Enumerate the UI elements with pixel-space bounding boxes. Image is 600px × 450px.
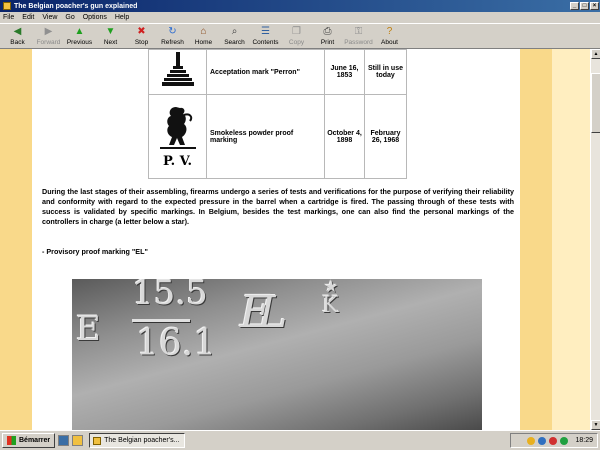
- table-row: Acceptation mark "Perron" June 16, 1853 …: [148, 49, 407, 95]
- toolbar-print-button[interactable]: ⎙ Print: [312, 24, 343, 49]
- page-viewport: Acceptation mark "Perron" June 16, 1853 …: [0, 49, 590, 430]
- mark-end-date: Still in use today: [364, 49, 407, 95]
- toolbar-forward-button[interactable]: ▶ Forward: [33, 24, 64, 49]
- close-button[interactable]: ×: [590, 2, 599, 10]
- start-button[interactable]: Bémarrer: [2, 433, 56, 448]
- quick-launch-desktop-icon[interactable]: [58, 435, 70, 446]
- windows-flag-icon: [7, 436, 16, 445]
- mark-start-date: October 4, 1898: [324, 94, 365, 179]
- photo-fraction-line: [132, 319, 190, 322]
- toolbar-button-label: Search: [224, 39, 245, 46]
- menu-view[interactable]: View: [42, 14, 57, 21]
- back-arrow-icon: ◀: [13, 26, 22, 37]
- menu-help[interactable]: Help: [115, 14, 129, 21]
- toolbar-contents-button[interactable]: ☰ Contents: [250, 24, 281, 49]
- toolbar-about-button[interactable]: ? About: [374, 24, 405, 49]
- home-icon: ⌂: [200, 26, 207, 37]
- right-margin: [552, 49, 590, 430]
- lion-mark-image: P. V.: [148, 94, 207, 179]
- menu-bar: File Edit View Go Options Help: [0, 12, 600, 23]
- toolbar-button-label: Back: [10, 39, 25, 46]
- toolbar-back-button[interactable]: ◀ Back: [2, 24, 33, 49]
- taskbar: Bémarrer The Belgian poacher's... 18:29: [0, 430, 600, 450]
- app-icon: [3, 2, 11, 10]
- photo-el-monogram: EL: [240, 287, 287, 338]
- taskbar-window-button[interactable]: The Belgian poacher's...: [89, 433, 186, 448]
- stop-icon: ✖: [137, 26, 146, 37]
- perron-icon: [161, 52, 194, 86]
- next-down-arrow-icon: ▼: [105, 26, 116, 37]
- maximize-button[interactable]: □: [580, 2, 589, 10]
- scroll-thumb[interactable]: [591, 73, 600, 133]
- about-icon: ?: [386, 26, 393, 37]
- toolbar-button-label: Next: [103, 39, 118, 46]
- left-decorative-band: [0, 49, 32, 430]
- toolbar-button-label: Password: [344, 39, 373, 46]
- menu-options[interactable]: Options: [83, 14, 107, 21]
- refresh-icon: ↻: [168, 26, 177, 37]
- toolbar-search-button[interactable]: ⌕ Search: [219, 24, 250, 49]
- minimize-button[interactable]: _: [570, 2, 579, 10]
- toolbar-button-label: Previous: [66, 39, 93, 46]
- mark-name: Acceptation mark "Perron": [206, 49, 325, 95]
- toolbar-button-label: Home: [194, 39, 213, 46]
- toolbar: ◀ Back ▶ Forward ▲ Previous ▼ Next ✖ Stop ↻ Refresh…: [0, 23, 600, 49]
- toolbar-home-button[interactable]: ⌂ Home: [188, 24, 219, 49]
- toolbar-next-button[interactable]: ▼ Next: [95, 24, 126, 49]
- photo-fraction-top: 15.5: [132, 279, 208, 313]
- tray-clock: 18:29: [575, 437, 593, 444]
- toolbar-password-button[interactable]: ⚿ Password: [343, 24, 374, 49]
- proof-mark-photo: E 15.5 16.1 EL ★ K: [72, 279, 482, 430]
- system-tray: 18:29: [510, 433, 598, 448]
- window-title-bar[interactable]: The Belgian poacher's gun explained _ □ …: [0, 0, 600, 12]
- perron-mark-image: [148, 49, 207, 95]
- scroll-down-arrow-icon[interactable]: ▼: [591, 420, 600, 430]
- window-title: The Belgian poacher's gun explained: [14, 2, 138, 10]
- tray-volume-icon[interactable]: [538, 436, 547, 445]
- scroll-up-arrow-icon[interactable]: ▲: [591, 49, 600, 59]
- menu-go[interactable]: Go: [65, 14, 74, 21]
- toolbar-previous-button[interactable]: ▲ Previous: [64, 24, 95, 49]
- toolbar-button-label: Print: [320, 39, 335, 46]
- quick-launch-app-icon[interactable]: [72, 435, 84, 446]
- menu-file[interactable]: File: [3, 14, 14, 21]
- intro-paragraph: During the last stages of their assembli…: [42, 187, 514, 226]
- toolbar-refresh-button[interactable]: ↻ Refresh: [157, 24, 188, 49]
- copy-icon: ❐: [292, 26, 301, 37]
- toolbar-button-label: Stop: [134, 39, 149, 46]
- toolbar-stop-button[interactable]: ✖ Stop: [126, 24, 157, 49]
- proof-marks-table: Acceptation mark "Perron" June 16, 1853 …: [148, 49, 407, 179]
- start-label: Bémarrer: [19, 437, 51, 444]
- lion-icon: [159, 106, 196, 149]
- tray-security-icon[interactable]: [560, 436, 569, 445]
- search-icon: ⌕: [231, 26, 238, 37]
- photo-controller-letter: K: [322, 293, 339, 318]
- tray-shield-icon[interactable]: [549, 436, 558, 445]
- photo-fraction-bottom: 16.1: [136, 323, 217, 364]
- toolbar-button-label: About: [381, 39, 398, 46]
- task-app-icon: [93, 436, 102, 445]
- tray-network-icon[interactable]: [527, 436, 536, 445]
- toolbar-button-label: Contents: [252, 39, 279, 46]
- previous-up-arrow-icon: ▲: [74, 26, 85, 37]
- forward-arrow-icon: ▶: [44, 26, 53, 37]
- right-decorative-band: [520, 49, 552, 430]
- table-row: P. V. Smokeless powder proof marking Oct…: [148, 94, 407, 179]
- menu-edit[interactable]: Edit: [22, 14, 34, 21]
- photo-letter-left: E: [76, 309, 101, 349]
- vertical-scrollbar[interactable]: ▲ ▼: [590, 49, 600, 430]
- task-label: The Belgian poacher's...: [104, 437, 180, 444]
- mark-end-date: February 26, 1968: [364, 94, 407, 179]
- toolbar-button-label: Forward: [36, 39, 61, 46]
- mark-name: Smokeless powder proof marking: [206, 94, 325, 179]
- toolbar-button-label: Copy: [288, 39, 305, 46]
- mark-start-date: June 16, 1853: [324, 49, 365, 95]
- print-icon: ⎙: [323, 26, 332, 37]
- password-icon: ⚿: [354, 26, 363, 37]
- section-subheading: - Provisory proof marking "EL": [42, 247, 148, 256]
- contents-icon: ☰: [261, 26, 270, 37]
- lion-mark-text: P. V.: [162, 153, 192, 169]
- toolbar-button-label: Refresh: [161, 39, 184, 46]
- toolbar-copy-button[interactable]: ❐ Copy: [281, 24, 312, 49]
